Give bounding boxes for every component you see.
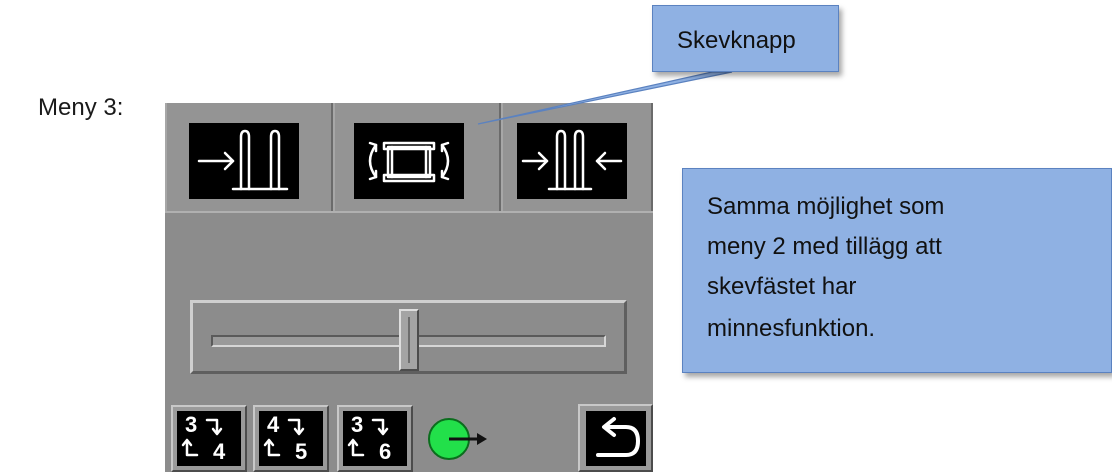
- callout-description: Samma möjlighet som meny 2 med tillägg a…: [682, 168, 1112, 373]
- tilt-button[interactable]: [333, 103, 501, 211]
- back-button[interactable]: [578, 404, 653, 472]
- top-button-bar: [165, 103, 653, 211]
- callout-line: meny 2 med tillägg att: [707, 233, 942, 260]
- menu-4-5-button[interactable]: 4 5: [253, 405, 329, 472]
- move-right-button[interactable]: [165, 103, 333, 211]
- menu-switch-icon: 4 5: [259, 411, 323, 466]
- menu-label: Meny 3:: [38, 94, 124, 121]
- menu-switch-icon: 3 4: [177, 411, 241, 466]
- callout-text: Skevknapp: [677, 27, 796, 54]
- divider: [165, 211, 653, 213]
- callout-line: minnesfunktion.: [707, 315, 876, 342]
- callout-skevknapp: Skevknapp: [652, 5, 839, 72]
- menu-3-6-button[interactable]: 3 6: [337, 405, 413, 472]
- menu-to-number: 4: [213, 439, 226, 464]
- menu-from-number: 4: [267, 412, 280, 437]
- menu-from-number: 3: [351, 412, 364, 437]
- status-indicator-icon: [428, 418, 487, 460]
- return-arrow-icon: [586, 411, 646, 466]
- squeeze-in-icon: [517, 123, 627, 199]
- slider-thumb[interactable]: [398, 309, 419, 371]
- tilt-rotate-icon: [354, 123, 464, 199]
- menu-switch-icon: 3 6: [343, 411, 407, 466]
- menu-from-number: 3: [185, 412, 198, 437]
- menu-to-number: 6: [379, 439, 392, 464]
- squeeze-in-button[interactable]: [501, 103, 653, 211]
- callout-line: skevfästet har: [707, 273, 857, 300]
- slider[interactable]: [190, 300, 627, 374]
- menu-3-4-button[interactable]: 3 4: [171, 405, 247, 472]
- move-right-icon: [189, 123, 299, 199]
- bottom-button-bar: 3 4 4 5 3 6: [165, 401, 653, 472]
- device-screen: 3 4 4 5 3 6: [165, 103, 653, 472]
- callout-line: Samma möjlighet som: [707, 193, 945, 220]
- menu-to-number: 5: [295, 439, 308, 464]
